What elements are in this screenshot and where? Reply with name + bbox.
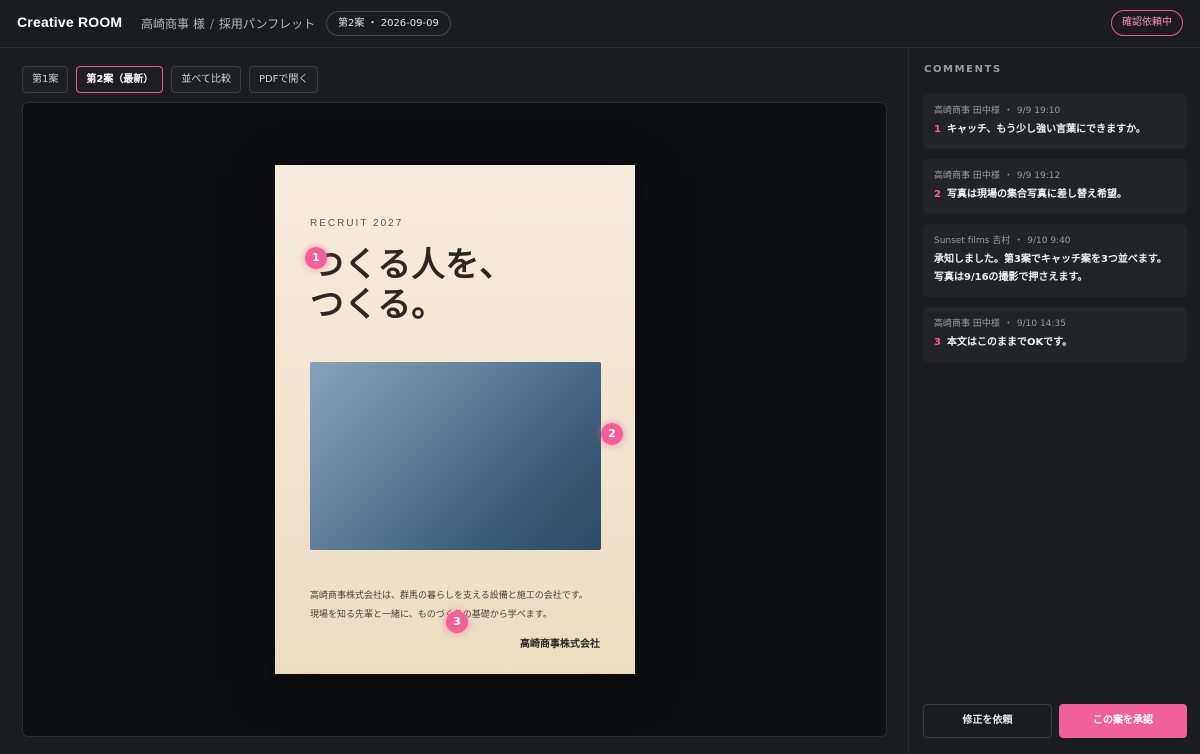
comment-meta: 高崎商事 田中様・ 9/9 19:12 [934,171,1061,181]
comment-pin-1[interactable]: 1 [305,247,327,269]
comment-time: 9/9 19:12 [1016,171,1061,181]
comment-author: 高崎商事 田中様 [934,319,1000,329]
comment-text: 承知しました。第3案でキャッチ案を3つ並べます。 写真は9/16の撮影で押さえま… [934,251,1176,287]
comment-time: 9/10 14:35 [1016,319,1066,329]
comment-text: 3 本文はこのままでOKです。 [934,334,1176,352]
comment-pin-3[interactable]: 3 [446,611,468,633]
comment-body: 本文はこのままでOKです。 [946,337,1073,348]
comment-list: 高崎商事 田中様・ 9/9 19:10 1 キャッチ、もう少し強い言葉にできますか。… [923,94,1187,372]
app-header: Creative ROOM 高崎商事 様 / 採用パンフレット 第2案 ・ 2026… [0,0,1200,48]
compare-button[interactable]: 並べて比較 [171,66,241,93]
comment-meta: 高崎商事 田中様・ 9/10 14:35 [934,319,1066,329]
breadcrumb-client: 高崎商事 様 [141,17,205,31]
main-area: 第1案 第2案（最新） 並べて比較 PDFで開く RECRUIT 2027 つく… [0,48,908,754]
comment-meta: Sunset films 吉村・ 9/10 9:40 [934,236,1071,246]
comment-text: 1 キャッチ、もう少し強い言葉にできますか。 [934,121,1176,139]
tab-draft-2[interactable]: 第2案（最新） [76,66,164,93]
app-brand: Creative ROOM [17,14,123,30]
comment-card[interactable]: Sunset films 吉村・ 9/10 9:40 承知しました。第3案でキャッ… [923,224,1187,297]
tab-draft-1[interactable]: 第1案 [22,66,69,93]
comment-body: 写真は現場の集合写真に差し替え希望。 [946,189,1127,200]
body-line-1: 高崎商事株式会社は、群馬の暮らしを支える設備と施工の会社です。 [310,591,588,601]
pamphlet-company: 高崎商事株式会社 [520,639,600,650]
comment-meta: 高崎商事 田中様・ 9/9 19:10 [934,106,1061,116]
breadcrumb: 高崎商事 様 / 採用パンフレット [141,15,315,32]
comment-author: 高崎商事 田中様 [934,171,1000,181]
comment-number: 1 [934,124,941,135]
open-pdf-button[interactable]: PDFで開く [248,66,319,93]
headline-line-2: つくる。 [310,285,446,325]
preview-stage: RECRUIT 2027 つくる人を、 つくる。 高崎商事株式会社は、群馬の暮ら… [22,102,887,737]
comment-card[interactable]: 高崎商事 田中様・ 9/10 14:35 3 本文はこのままでOKです。 [923,307,1187,362]
comment-pin-2[interactable]: 2 [601,423,623,445]
pamphlet-kicker: RECRUIT 2027 [310,218,404,229]
approve-button[interactable]: この案を承認 [1059,704,1187,738]
request-changes-button[interactable]: 修正を依頼 [923,704,1052,738]
version-tabs: 第1案 第2案（最新） 並べて比較 PDFで開く [22,66,319,93]
comment-text: 2 写真は現場の集合写真に差し替え希望。 [934,186,1176,204]
pamphlet-headline: つくる人を、 つくる。 [310,245,513,325]
comment-time: 9/9 19:10 [1016,106,1061,116]
breadcrumb-project: 採用パンフレット [218,17,316,31]
comment-body-line-2: 写真は9/16の撮影で押さえます。 [934,272,1088,283]
comment-author: 高崎商事 田中様 [934,106,1000,116]
headline-line-1: つくる人を、 [310,245,514,285]
review-actions: 修正を依頼 この案を承認 [923,704,1187,738]
comment-body: キャッチ、もう少し強い言葉にできますか。 [946,124,1146,135]
pamphlet-photo-placeholder [310,362,601,550]
comment-card[interactable]: 高崎商事 田中様・ 9/9 19:10 1 キャッチ、もう少し強い言葉にできますか。 [923,94,1187,149]
comment-number: 2 [934,189,941,200]
breadcrumb-separator: / [209,17,214,31]
status-badge: 確認依頼中 [1111,10,1183,36]
comment-time: 9/10 9:40 [1027,236,1071,246]
comment-body: 承知しました。第3案でキャッチ案を3つ並べます。 [934,254,1167,265]
version-pill: 第2案 ・ 2026-09-09 [326,11,451,36]
comment-card[interactable]: 高崎商事 田中様・ 9/9 19:12 2 写真は現場の集合写真に差し替え希望。 [923,159,1187,214]
comment-author: Sunset films 吉村 [934,236,1011,246]
comments-sidebar: COMMENTS 高崎商事 田中様・ 9/9 19:10 1 キャッチ、もう少し強い… [908,48,1200,754]
comments-title: COMMENTS [924,64,1002,75]
pamphlet-page[interactable]: RECRUIT 2027 つくる人を、 つくる。 高崎商事株式会社は、群馬の暮ら… [275,165,635,674]
comment-number: 3 [934,337,941,348]
